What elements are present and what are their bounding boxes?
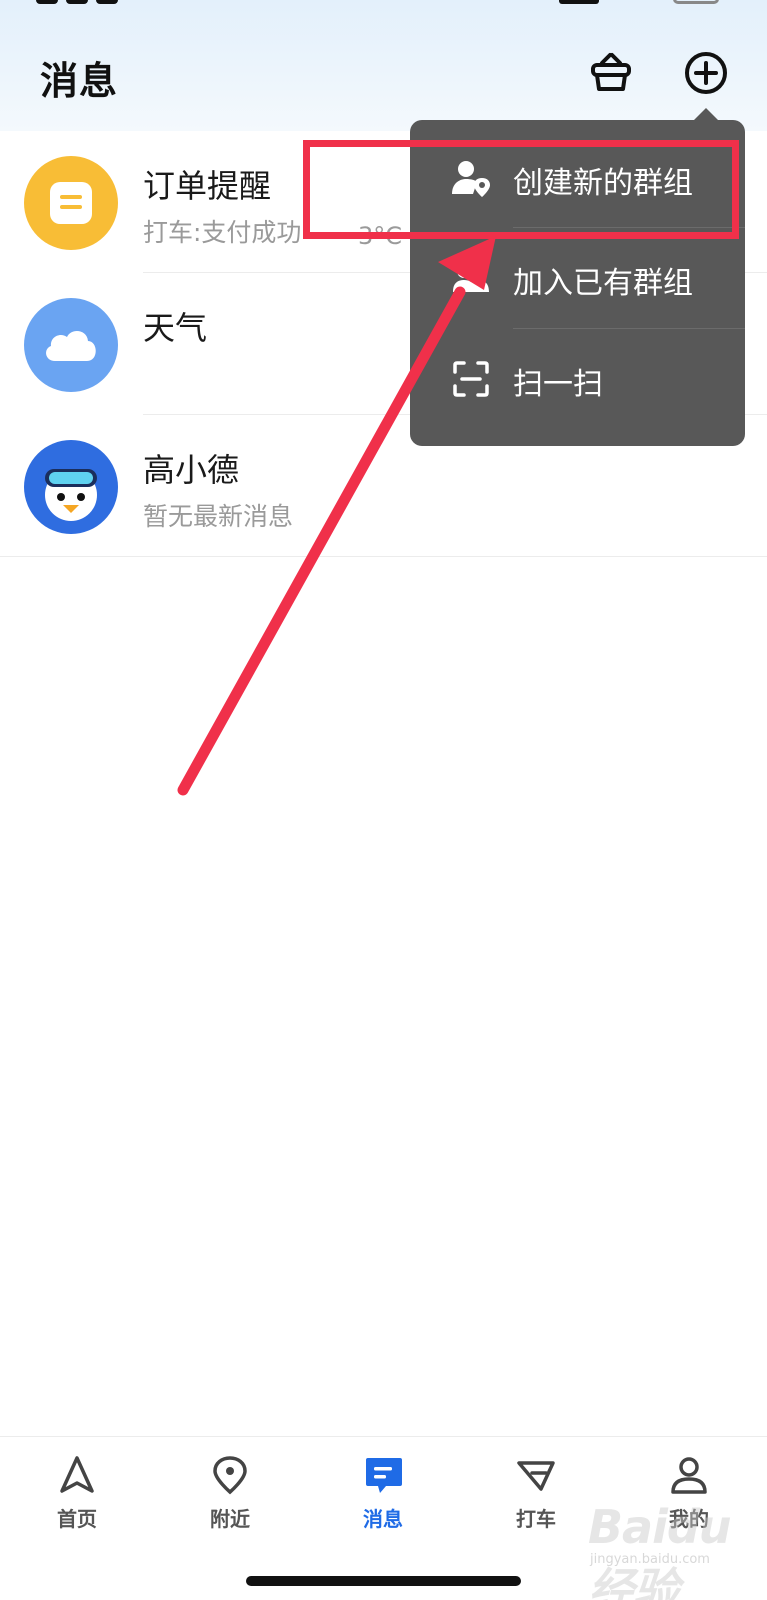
menu-item-label: 加入已有群组: [513, 266, 693, 301]
home-indicator[interactable]: [246, 1576, 521, 1586]
menu-item-label: 创建新的群组: [513, 166, 693, 201]
tab-label: 消息: [363, 1507, 403, 1531]
profile-icon: [667, 1453, 711, 1497]
avatar: [24, 156, 118, 250]
watermark: Baidu经验: [588, 1500, 732, 1600]
menu-item-join-group[interactable]: 加入已有群组: [410, 228, 745, 328]
avatar: [24, 440, 118, 534]
menu-item-scan[interactable]: 扫一扫: [410, 329, 745, 429]
item-subtitle: 暂无最新消息: [143, 502, 294, 531]
item-title: 高小德: [143, 451, 240, 489]
plus-circle-icon: [685, 52, 727, 94]
tab-label: 打车: [516, 1507, 556, 1531]
basket-icon: [591, 53, 631, 91]
cloud-icon: [46, 331, 96, 361]
location-pin-icon: [208, 1453, 252, 1497]
navigate-arrow-icon: [55, 1453, 99, 1497]
add-button[interactable]: [683, 50, 729, 96]
battery-icon: [673, 0, 719, 4]
order-note-icon: [50, 182, 92, 224]
basket-button[interactable]: [588, 50, 634, 96]
tab-label: 首页: [57, 1507, 97, 1531]
watermark-url: jingyan.baidu.com: [590, 1552, 710, 1567]
person-location-icon: [450, 157, 492, 199]
item-title: 天气: [143, 309, 208, 347]
scan-icon: [450, 358, 492, 400]
item-subtitle: 打车:支付成功: [143, 218, 302, 247]
tab-nearby[interactable]: 附近: [175, 1453, 285, 1543]
taxi-icon: [514, 1453, 558, 1497]
mascot-avatar: [45, 469, 97, 521]
message-icon: [361, 1453, 405, 1497]
page-title: 消息: [40, 59, 119, 103]
tab-label: 附近: [210, 1507, 250, 1531]
signal-icon: [559, 0, 599, 4]
tab-messages[interactable]: 消息: [328, 1453, 438, 1543]
tab-taxi[interactable]: 打车: [481, 1453, 591, 1543]
add-menu-popover: 创建新的群组 加入已有群组 扫一扫: [410, 120, 745, 446]
menu-item-label: 扫一扫: [513, 367, 603, 402]
group-join-icon: [450, 257, 492, 299]
tab-home[interactable]: 首页: [22, 1453, 132, 1543]
screen: 消息 订单提醒 打车:支付成功 天气 高小德 暂无最新消息 3°C~ 创建新的群…: [0, 0, 767, 1600]
header: 消息: [0, 0, 767, 131]
menu-item-create-group[interactable]: 创建新的群组: [410, 128, 745, 228]
status-bar-time: [36, 0, 176, 4]
divider: [0, 556, 767, 557]
avatar: [24, 298, 118, 392]
item-title: 订单提醒: [143, 167, 272, 205]
status-bar-icons: [559, 0, 719, 4]
